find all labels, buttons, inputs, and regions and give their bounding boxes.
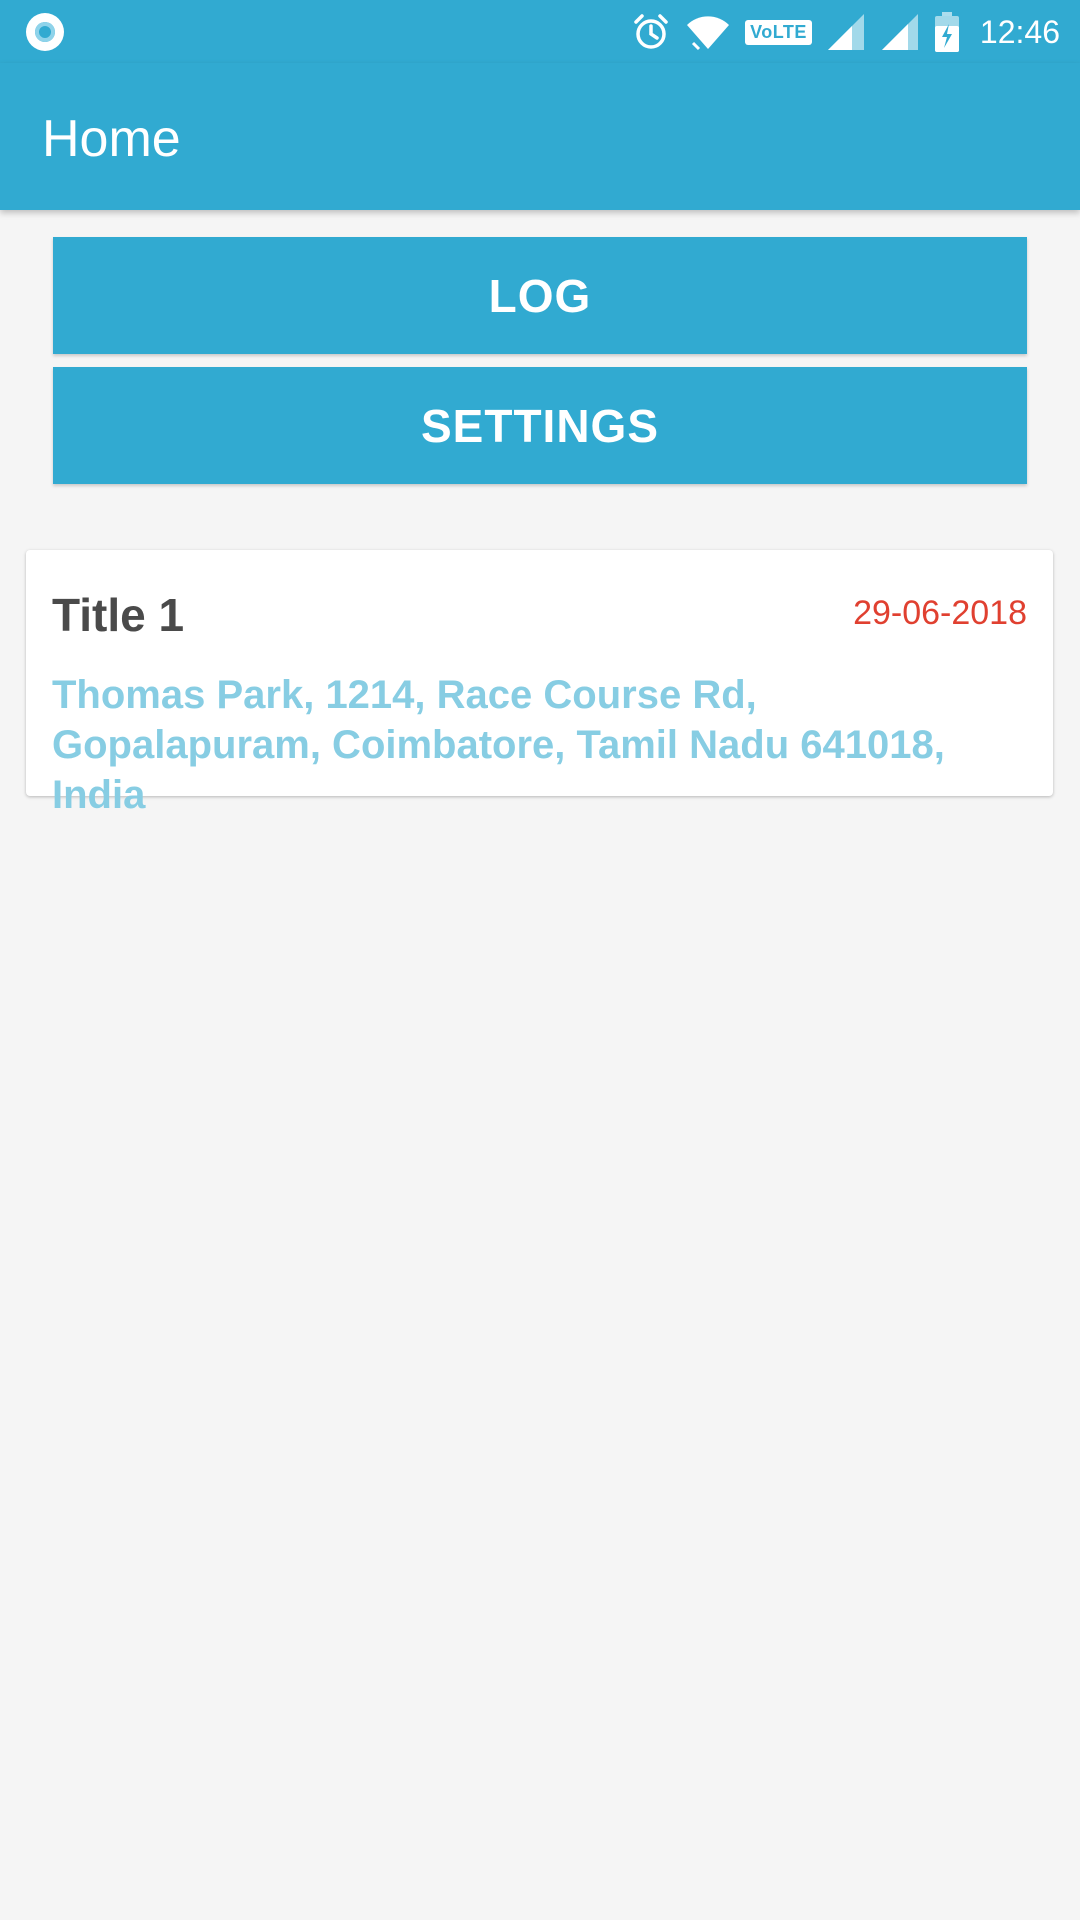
status-icons: VoLTE 12:46 <box>631 8 1060 56</box>
status-bar: VoLTE 12:46 <box>0 0 1080 63</box>
signal-icon <box>827 14 864 50</box>
signal-icon <box>881 14 918 50</box>
list-item[interactable]: Title 1 29-06-2018 Thomas Park, 1214, Ra… <box>26 550 1053 817</box>
log-button[interactable]: LOG <box>53 237 1027 354</box>
alarm-icon <box>634 14 668 49</box>
volte-icon: VoLTE <box>745 19 812 45</box>
page-title: Home <box>42 110 181 168</box>
card-address: Thomas Park, 1214, Race Course Rd, Gopal… <box>52 673 945 817</box>
settings-button[interactable]: SETTINGS <box>53 367 1027 484</box>
app-bar: Home <box>0 63 1080 210</box>
notification-dot-icon <box>26 13 64 51</box>
status-time: 12:46 <box>979 13 1060 50</box>
card-date: 29-06-2018 <box>853 594 1027 632</box>
battery-charging-icon <box>934 12 959 52</box>
wifi-icon <box>687 16 730 51</box>
card-title: Title 1 <box>52 589 185 641</box>
